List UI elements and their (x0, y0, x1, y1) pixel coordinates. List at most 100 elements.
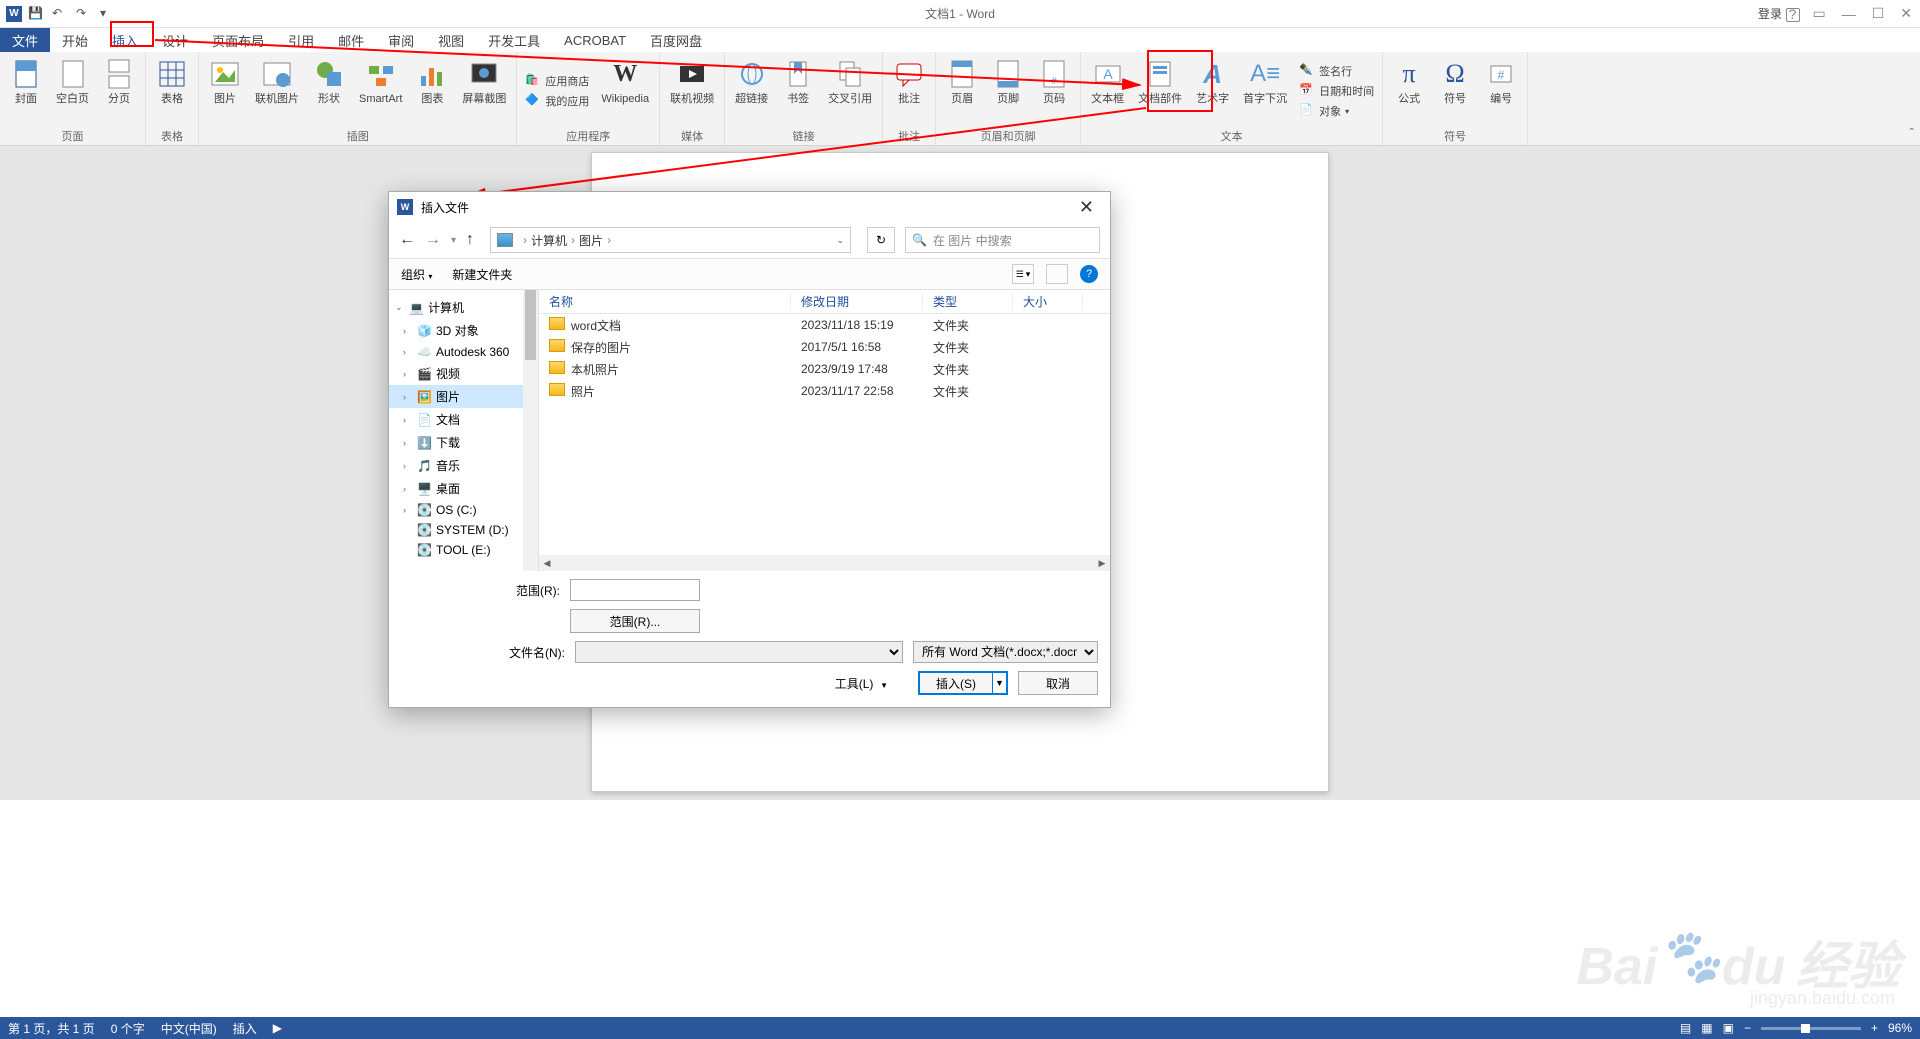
search-input[interactable]: 🔍在 图片 中搜索 (905, 227, 1100, 253)
status-mode[interactable]: 插入 (233, 1020, 257, 1037)
chart-button[interactable]: 图表 (414, 56, 450, 126)
tree-node[interactable]: ›🎵音乐 (389, 454, 538, 477)
view-print-icon[interactable]: ▦ (1701, 1021, 1712, 1035)
tab-references[interactable]: 引用 (276, 28, 326, 52)
tab-developer[interactable]: 开发工具 (476, 28, 552, 52)
range-input[interactable] (570, 579, 700, 601)
tab-acrobat[interactable]: ACROBAT (552, 28, 638, 52)
online-picture-button[interactable]: 联机图片 (253, 56, 301, 126)
maximize-icon[interactable]: ☐ (1864, 5, 1893, 22)
tree-node-pictures[interactable]: ›🖼️图片 (389, 385, 538, 408)
tree-node[interactable]: ›☁️Autodesk 360 (389, 342, 538, 362)
date-time-button[interactable]: 📅日期和时间 (1299, 83, 1374, 99)
zoom-level[interactable]: 96% (1888, 1021, 1912, 1035)
list-item[interactable]: 保存的图片2017/5/1 16:58文件夹 (539, 336, 1110, 358)
screenshot-button[interactable]: 屏幕截图 (460, 56, 508, 126)
help-icon[interactable]: ? (1781, 6, 1805, 22)
save-icon[interactable]: 💾 (28, 6, 44, 22)
tab-file[interactable]: 文件 (0, 28, 50, 52)
view-mode-button[interactable]: ☰▾ (1012, 264, 1034, 284)
dialog-close-icon[interactable]: ✕ (1071, 197, 1102, 218)
nav-forward-icon[interactable]: → (425, 231, 441, 249)
status-language[interactable]: 中文(中国) (161, 1020, 217, 1037)
tab-design[interactable]: 设计 (150, 28, 200, 52)
nav-up-icon[interactable]: ↑ (466, 231, 474, 249)
cancel-button[interactable]: 取消 (1018, 671, 1098, 695)
tree-node-computer[interactable]: ⌄💻计算机 (389, 296, 538, 319)
object-button[interactable]: 📄对象 ▾ (1299, 103, 1374, 119)
cover-page-button[interactable]: 封面 (8, 56, 44, 126)
qat-more-icon[interactable]: ▾ (100, 6, 116, 22)
tab-layout[interactable]: 页面布局 (200, 28, 276, 52)
equation-button[interactable]: π公式 (1391, 56, 1427, 126)
symbol-button[interactable]: Ω符号 (1437, 56, 1473, 126)
filename-input[interactable] (575, 641, 903, 663)
tools-dropdown[interactable]: 工具(L) ▼ (835, 675, 888, 692)
collapse-ribbon-icon[interactable]: ˆ (1909, 125, 1914, 141)
hyperlink-button[interactable]: 超链接 (733, 56, 770, 126)
comment-button[interactable]: 批注 (891, 56, 927, 126)
page-break-button[interactable]: 分页 (101, 56, 137, 126)
refresh-button[interactable]: ↻ (867, 227, 895, 253)
undo-icon[interactable]: ↶ (52, 6, 68, 22)
tab-mailings[interactable]: 邮件 (326, 28, 376, 52)
tab-view[interactable]: 视图 (426, 28, 476, 52)
nav-back-icon[interactable]: ← (399, 231, 415, 249)
online-video-button[interactable]: 联机视频 (668, 56, 716, 126)
new-folder-button[interactable]: 新建文件夹 (452, 266, 512, 283)
drop-cap-button[interactable]: A≡首字下沉 (1241, 56, 1289, 126)
status-macro-icon[interactable]: ▶ (273, 1021, 282, 1035)
textbox-button[interactable]: A文本框 (1089, 56, 1126, 126)
ribbon-options-icon[interactable]: ▭ (1804, 5, 1833, 22)
table-button[interactable]: 表格 (154, 56, 190, 126)
app-store-button[interactable]: 🛍️应用商店 (525, 73, 589, 89)
insert-dropdown-icon[interactable]: ▼ (992, 671, 1008, 695)
view-web-icon[interactable]: ▣ (1723, 1021, 1734, 1035)
bookmark-button[interactable]: 书签 (780, 56, 816, 126)
col-size[interactable]: 大小 (1013, 293, 1083, 310)
tree-node[interactable]: 💽TOOL (E:) (389, 540, 538, 560)
status-page[interactable]: 第 1 页，共 1 页 (8, 1020, 95, 1037)
insert-split-button[interactable]: 插入(S) ▼ (918, 671, 1008, 695)
tree-node[interactable]: 💽SYSTEM (D:) (389, 520, 538, 540)
list-h-scrollbar[interactable]: ◀▶ (539, 555, 1110, 571)
header-button[interactable]: 页眉 (944, 56, 980, 126)
zoom-out-icon[interactable]: − (1744, 1021, 1751, 1035)
tree-node[interactable]: ›🧊3D 对象 (389, 319, 538, 342)
range-button[interactable]: 范围(R)... (570, 609, 700, 633)
preview-pane-button[interactable] (1046, 264, 1068, 284)
close-icon[interactable]: ✕ (1892, 5, 1920, 22)
col-name[interactable]: 名称 (539, 293, 791, 310)
list-item[interactable]: 照片2023/11/17 22:58文件夹 (539, 380, 1110, 402)
tab-insert[interactable]: 插入 (100, 28, 150, 52)
my-apps-button[interactable]: 🔷我的应用 (525, 93, 589, 109)
redo-icon[interactable]: ↷ (76, 6, 92, 22)
filetype-select[interactable]: 所有 Word 文档(*.docx;*.docm (913, 641, 1098, 663)
tree-node[interactable]: ›🎬视频 (389, 362, 538, 385)
shapes-button[interactable]: 形状 (311, 56, 347, 126)
insert-button[interactable]: 插入(S) (918, 671, 992, 695)
wikipedia-button[interactable]: WWikipedia (599, 56, 651, 126)
tab-baidu[interactable]: 百度网盘 (638, 28, 714, 52)
quick-parts-button[interactable]: 文档部件 (1136, 56, 1184, 126)
picture-button[interactable]: 图片 (207, 56, 243, 126)
tree-node[interactable]: ›💽OS (C:) (389, 500, 538, 520)
status-word-count[interactable]: 0 个字 (111, 1020, 145, 1037)
tab-review[interactable]: 审阅 (376, 28, 426, 52)
breadcrumb[interactable]: › 计算机 › 图片 › ⌄ (490, 227, 851, 253)
tree-node[interactable]: ›⬇️下载 (389, 431, 538, 454)
tree-node[interactable]: ›📄文档 (389, 408, 538, 431)
cross-reference-button[interactable]: 交叉引用 (826, 56, 874, 126)
minimize-icon[interactable]: — (1834, 6, 1864, 22)
signature-line-button[interactable]: ✒️签名行 (1299, 63, 1374, 79)
blank-page-button[interactable]: 空白页 (54, 56, 91, 126)
tree-node[interactable]: ›🖥️桌面 (389, 477, 538, 500)
smartart-button[interactable]: SmartArt (357, 56, 404, 126)
list-item[interactable]: 本机照片2023/9/19 17:48文件夹 (539, 358, 1110, 380)
zoom-in-icon[interactable]: + (1871, 1021, 1878, 1035)
nav-history-icon[interactable]: ▾ (451, 235, 456, 246)
view-read-icon[interactable]: ▤ (1680, 1021, 1691, 1035)
footer-button[interactable]: 页脚 (990, 56, 1026, 126)
tree-scrollbar[interactable] (523, 290, 538, 571)
col-date[interactable]: 修改日期 (791, 293, 923, 310)
